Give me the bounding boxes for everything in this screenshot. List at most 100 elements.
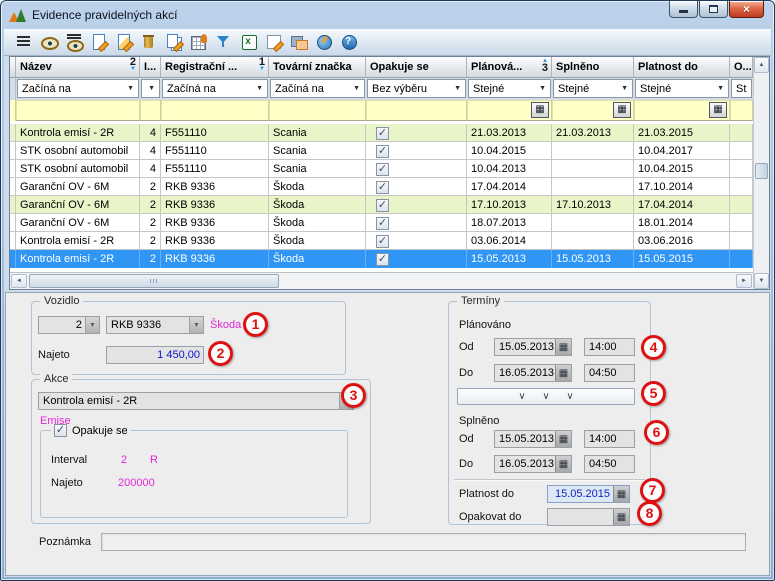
copy-record-button[interactable] bbox=[161, 31, 186, 53]
column-header-reg[interactable]: Registrační ...1▼ bbox=[161, 57, 269, 78]
filter-input-splneno[interactable]: ▦ bbox=[552, 100, 634, 121]
opakuje-najeto-value: 200000 bbox=[118, 474, 155, 492]
vertical-scroll-thumb[interactable] bbox=[755, 163, 768, 179]
calendar-picker-icon[interactable]: ▦ bbox=[613, 102, 631, 118]
scheduler-button[interactable] bbox=[311, 31, 336, 53]
spln-od-date-field[interactable]: 15.05.2013 ▦ bbox=[494, 430, 572, 448]
view-list-button[interactable] bbox=[11, 31, 36, 53]
chevron-down-icon[interactable]: ▼ bbox=[189, 317, 203, 333]
calendar-icon[interactable]: ▦ bbox=[555, 365, 571, 381]
table-row[interactable]: Kontrola emisí - 2R4F551110Scania✓21.03.… bbox=[10, 124, 753, 142]
checkbox-checked-icon[interactable]: ✓ bbox=[376, 181, 389, 194]
filter-input-znacka[interactable] bbox=[269, 100, 366, 121]
copy-planned-to-done-button[interactable]: ∨ ∨ ∨ bbox=[457, 388, 635, 405]
print-button[interactable] bbox=[286, 31, 311, 53]
table-row[interactable]: Garanční OV - 6M2RKB 9336Škoda✓18.07.201… bbox=[10, 214, 753, 232]
calendar-icon[interactable]: ▦ bbox=[555, 456, 571, 472]
filter-input-o[interactable] bbox=[730, 100, 753, 121]
sort-indicator: 1▼ bbox=[259, 58, 265, 72]
table-row[interactable]: Kontrola emisí - 2R2RKB 9336Škoda✓03.06.… bbox=[10, 232, 753, 250]
title-bar[interactable]: Evidence pravidelných akcí × bbox=[1, 1, 774, 29]
platnost-do-field[interactable]: 15.05.2015 ▦ bbox=[547, 485, 630, 503]
vehicle-plate-field[interactable]: RKB 9336 ▼ bbox=[106, 316, 204, 334]
filter-combo-znacka[interactable]: Začíná na▼ bbox=[270, 79, 365, 98]
filter-combo-plan[interactable]: Stejné▼ bbox=[468, 79, 551, 98]
scroll-up-button[interactable]: ▲ bbox=[754, 57, 769, 73]
filter-button[interactable] bbox=[211, 31, 236, 53]
vertical-scrollbar[interactable]: ▲ ▼ bbox=[753, 57, 769, 289]
spln-do-date-field[interactable]: 16.05.2013 ▦ bbox=[494, 455, 572, 473]
checkbox-checked-icon[interactable]: ✓ bbox=[376, 145, 389, 158]
filter-combo-nazev[interactable]: Začíná na▼ bbox=[17, 79, 139, 98]
filter-combo-platnost[interactable]: Stejné▼ bbox=[635, 79, 729, 98]
note-edit-button[interactable] bbox=[261, 31, 286, 53]
export-excel-button[interactable] bbox=[236, 31, 261, 53]
filter-input-opakuje[interactable] bbox=[366, 100, 467, 121]
view-eye-button[interactable] bbox=[36, 31, 61, 53]
table-row[interactable]: Kontrola emisí - 2R2RKB 9336Škoda✓15.05.… bbox=[10, 250, 753, 268]
minimize-button[interactable] bbox=[669, 1, 698, 18]
table-row[interactable]: STK osobní automobil4F551110Scania✓10.04… bbox=[10, 160, 753, 178]
filter-combo-reg[interactable]: Začíná na▼ bbox=[162, 79, 268, 98]
spln-do-time-field[interactable]: 04:50 bbox=[584, 455, 635, 473]
filter-input-plan[interactable]: ▦ bbox=[467, 100, 552, 121]
checkbox-checked-icon[interactable]: ✓ bbox=[376, 217, 389, 230]
filter-combo-i[interactable]: ▼ bbox=[141, 79, 160, 98]
opakovat-do-field[interactable]: ▦ bbox=[547, 508, 630, 526]
edit-record-button[interactable] bbox=[111, 31, 136, 53]
scroll-right-button[interactable]: ► bbox=[736, 274, 752, 288]
checkbox-checked-icon[interactable]: ✓ bbox=[376, 127, 389, 140]
plan-do-time-field[interactable]: 04:50 bbox=[584, 364, 635, 382]
filter-input-i[interactable] bbox=[140, 100, 161, 121]
table-row[interactable]: Garanční OV - 6M2RKB 9336Škoda✓17.04.201… bbox=[10, 178, 753, 196]
najeto-field[interactable]: 1 450,00 bbox=[106, 346, 204, 364]
action-select-field[interactable]: Kontrola emisí - 2R ▼ bbox=[38, 392, 354, 410]
filter-input-reg[interactable] bbox=[161, 100, 269, 121]
filter-value: Bez výběru bbox=[372, 83, 427, 95]
poznamka-field[interactable] bbox=[101, 533, 746, 551]
column-header-nazev[interactable]: Název2▼ bbox=[16, 57, 140, 78]
filter-input-nazev[interactable] bbox=[16, 100, 140, 121]
horizontal-scrollbar[interactable]: ◄ ► bbox=[10, 272, 753, 289]
filter-input-platnost[interactable]: ▦ bbox=[634, 100, 730, 121]
checkbox-checked-icon[interactable]: ✓ bbox=[376, 163, 389, 176]
column-header-opakuje[interactable]: Opakuje se bbox=[366, 57, 467, 78]
calendar-picker-icon[interactable]: ▦ bbox=[531, 102, 549, 118]
checkbox-checked-icon[interactable]: ✓ bbox=[376, 253, 389, 266]
filter-combo-opakuje[interactable]: Bez výběru▼ bbox=[367, 79, 466, 98]
grid-settings-button[interactable] bbox=[186, 31, 211, 53]
new-record-button[interactable] bbox=[86, 31, 111, 53]
plan-od-date-field[interactable]: 15.05.2013 ▦ bbox=[494, 338, 572, 356]
table-row[interactable]: Garanční OV - 6M2RKB 9336Škoda✓17.10.201… bbox=[10, 196, 753, 214]
checkbox-checked-icon[interactable]: ✓ bbox=[376, 199, 389, 212]
calendar-icon[interactable]: ▦ bbox=[613, 509, 629, 525]
column-header-o[interactable]: O... bbox=[730, 57, 753, 78]
chevron-down-icon[interactable]: ▼ bbox=[85, 317, 99, 333]
filter-combo-splneno[interactable]: Stejné▼ bbox=[553, 79, 633, 98]
calendar-icon[interactable]: ▦ bbox=[613, 486, 629, 502]
maximize-button[interactable] bbox=[699, 1, 728, 18]
calendar-picker-icon[interactable]: ▦ bbox=[709, 102, 727, 118]
column-header-splneno[interactable]: Splněno bbox=[552, 57, 634, 78]
column-header-i[interactable]: I... bbox=[140, 57, 161, 78]
checkbox-checked-icon[interactable]: ✓ bbox=[54, 424, 67, 437]
column-header-znacka[interactable]: Tovární značka bbox=[269, 57, 366, 78]
plan-od-time-field[interactable]: 14:00 bbox=[584, 338, 635, 356]
checkbox-checked-icon[interactable]: ✓ bbox=[376, 235, 389, 248]
calendar-icon[interactable]: ▦ bbox=[555, 339, 571, 355]
spln-od-time-field[interactable]: 14:00 bbox=[584, 430, 635, 448]
table-row[interactable]: STK osobní automobil4F551110Scania✓10.04… bbox=[10, 142, 753, 160]
delete-record-button[interactable] bbox=[136, 31, 161, 53]
view-eye-list-button[interactable] bbox=[61, 31, 86, 53]
horizontal-scroll-thumb[interactable] bbox=[29, 274, 279, 288]
help-button[interactable] bbox=[336, 31, 361, 53]
scroll-down-button[interactable]: ▼ bbox=[754, 273, 769, 289]
calendar-icon[interactable]: ▦ bbox=[555, 431, 571, 447]
vehicle-number-field[interactable]: 2 ▼ bbox=[38, 316, 100, 334]
plan-do-date-field[interactable]: 16.05.2013 ▦ bbox=[494, 364, 572, 382]
scroll-left-button[interactable]: ◄ bbox=[11, 274, 27, 288]
close-button[interactable]: × bbox=[729, 1, 764, 18]
column-header-platnost[interactable]: Platnost do bbox=[634, 57, 730, 78]
filter-combo-o[interactable]: St bbox=[731, 79, 752, 98]
column-header-plan[interactable]: Plánová...▲3 bbox=[467, 57, 552, 78]
